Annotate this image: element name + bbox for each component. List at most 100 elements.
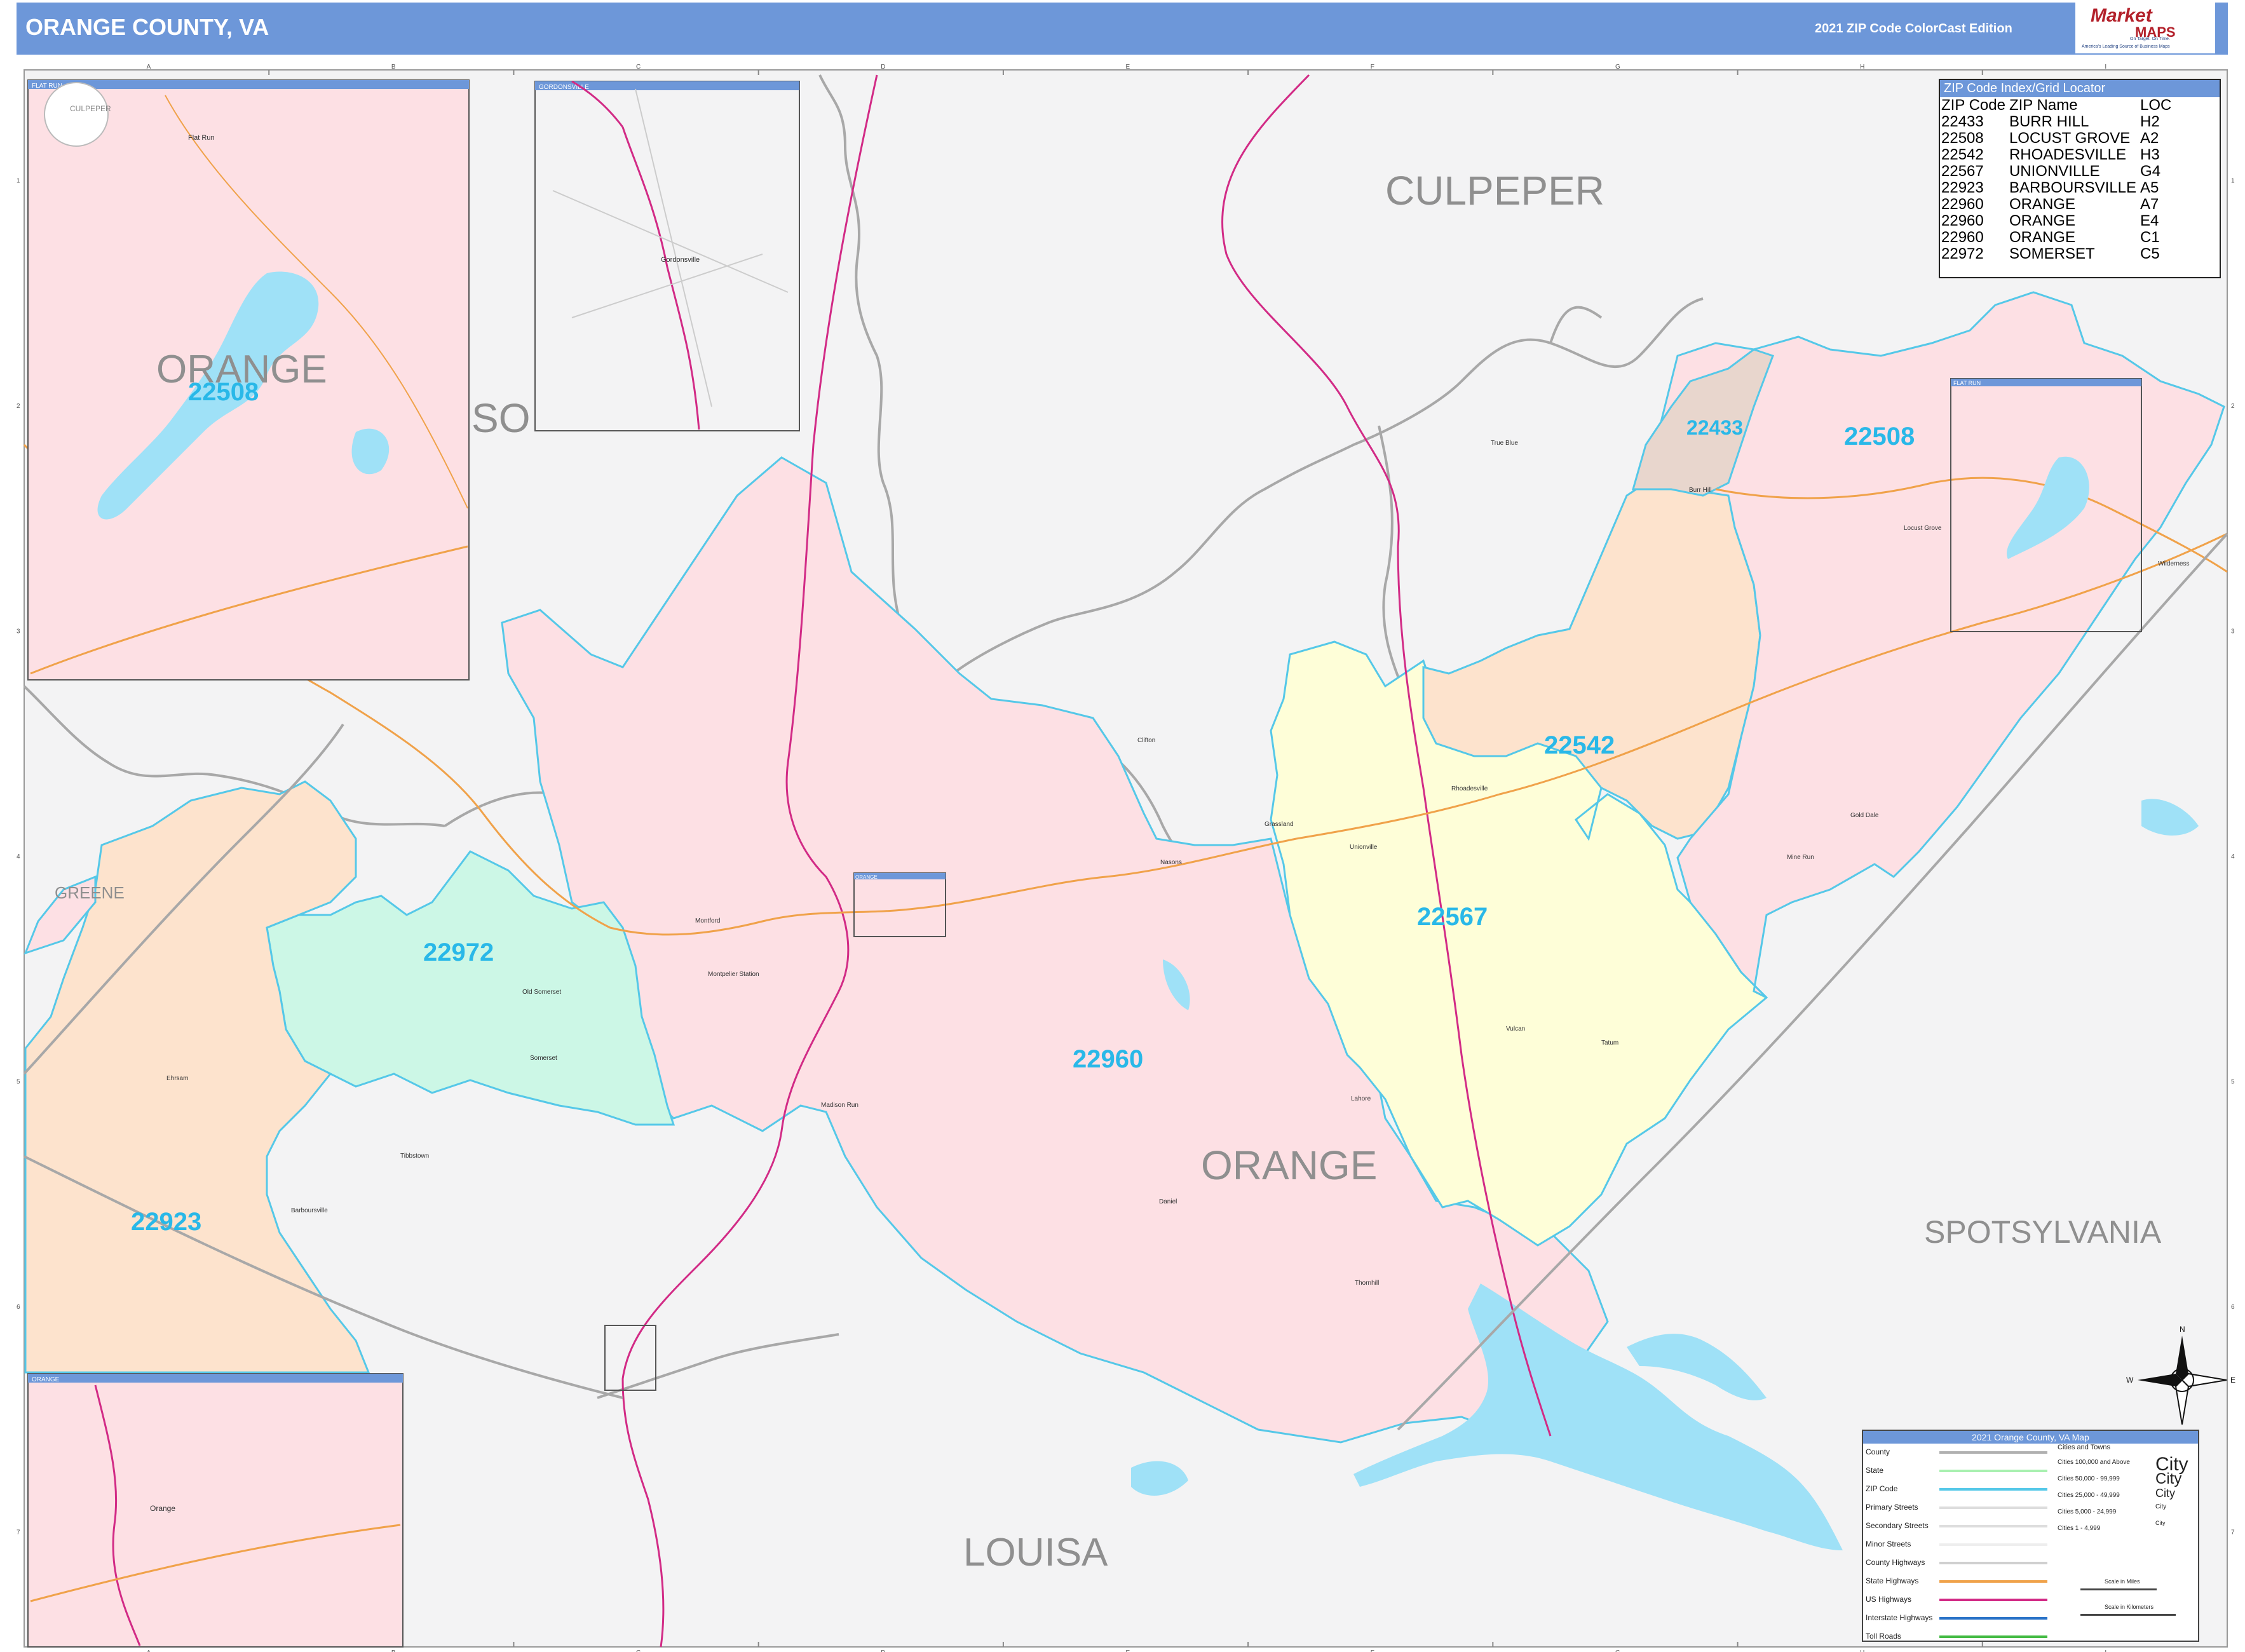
zip-index-cell-name: ORANGE [2009, 212, 2075, 229]
grid-row-label: 4 [17, 853, 20, 860]
grid-row-label: 3 [2231, 628, 2235, 635]
grid-row-label: 5 [2231, 1079, 2235, 1086]
place-wilderness: Wilderness [2158, 560, 2189, 567]
zip-label-22960: 22960 [1073, 1045, 1143, 1073]
legend-scale-km: Scale in Kilometers [2105, 1604, 2154, 1610]
legend-item: County [1866, 1447, 1890, 1456]
county-spotsylvania: SPOTSYLVANIA [1924, 1214, 2162, 1250]
grid-column-label: A [147, 64, 151, 71]
zip-index-row: 22542 RHOADESVILLE H3 [1941, 147, 2175, 163]
map-legend: 2021 Orange County, VA Map County State ZI… [1862, 1430, 2199, 1642]
zip-index-cell-zip: 22567 [1941, 163, 1984, 180]
inset-zip-22508: 22508 [188, 378, 259, 406]
grid-column-label: G [1615, 64, 1620, 71]
grid-column-label: E [1126, 1649, 1130, 1652]
legend-city-class: Cities 1 - 4,999 [2058, 1525, 2101, 1532]
zip-index-grid: ZIP Code ZIP Name LOC 22433 BURR HILL H2 22… [1941, 97, 2175, 262]
place-nasons: Nasons [1160, 859, 1182, 866]
scale-bar-miles [2080, 1588, 2157, 1590]
zip-index-cell-zip: 22960 [1941, 196, 1984, 213]
zip-label-22567: 22567 [1417, 903, 1488, 931]
legend-symbol [1939, 1525, 2047, 1527]
zip-index-cell-zip: 22542 [1941, 146, 1984, 163]
county-somerset-partial: SO [471, 395, 530, 441]
grid-row-label: 7 [2231, 1529, 2235, 1536]
grid-row-label: 6 [17, 1304, 20, 1311]
zip-index-cell-zip: 22960 [1941, 212, 1984, 229]
grid-row-label: 2 [2231, 403, 2235, 410]
zip-index-cell-name: UNIONVILLE [2009, 163, 2100, 180]
legend-cities-title: Cities and Towns [2058, 1444, 2110, 1451]
zip-index-header-name: ZIP Name [2009, 97, 2078, 114]
place-ehrsam: Ehrsam [166, 1075, 188, 1082]
grid-row-label: 4 [2231, 853, 2235, 860]
inset-flat-run-large[interactable]: FLAT RUN CULPEPER Flat Run ORANGE 22508 [27, 79, 470, 680]
place-locust-grove: Locust Grove [1904, 525, 1942, 532]
place-vulcan: Vulcan [1506, 1026, 1525, 1032]
grid-row-label: 1 [17, 177, 20, 184]
legend-city-class: Cities 25,000 - 49,999 [2058, 1492, 2120, 1499]
locator-title-orange: ORANGE [855, 874, 878, 880]
zip-index-row: 22960 ORANGE A7 [1941, 196, 2175, 213]
zip-index-cell-name: RHOADESVILLE [2009, 146, 2127, 163]
grid-column-label: F [1371, 64, 1374, 71]
county-map[interactable]: A A B B C C D D E E F F G G H H I I 1 1 2 2 3 3 4 4 5 5 6 6 7 7 [0, 0, 2245, 1652]
zip-index-cell-loc: A5 [2140, 179, 2159, 196]
legend-scale-miles: Scale in Miles [2105, 1578, 2140, 1585]
grid-row-label: 3 [17, 628, 20, 635]
zip-index-cell-name: SOMERSET [2009, 245, 2095, 262]
zip-index-table: ZIP Code Index/Grid Locator ZIP Code ZIP… [1939, 79, 2221, 278]
grid-row-label: 6 [2231, 1304, 2235, 1311]
place-true-blue: True Blue [1491, 440, 1518, 447]
grid-row-label: 5 [17, 1079, 20, 1086]
zip-index-row: 22923 BARBOURSVILLE A5 [1941, 180, 2175, 196]
legend-item: Interstate Highways [1866, 1613, 1933, 1622]
legend-city-sample: City [2155, 1503, 2167, 1510]
place-montford: Montford [695, 917, 720, 924]
scale-bar-km [2080, 1614, 2176, 1616]
grid-column-label: B [391, 1649, 396, 1652]
inset-title-orange: ORANGE [32, 1376, 60, 1383]
legend-item: US Highways [1866, 1595, 1912, 1604]
zip-index-header-zip: ZIP Code [1941, 97, 2005, 114]
legend-symbol [1939, 1617, 2047, 1620]
zip-label-22972: 22972 [423, 938, 494, 966]
zip-index-row: 22960 ORANGE E4 [1941, 213, 2175, 229]
inset-gordonsville[interactable]: GORDONSVILLE Gordonsville [534, 80, 800, 431]
zip-index-cell-loc: H2 [2140, 113, 2160, 130]
place-montpelier-station: Montpelier Station [708, 971, 759, 978]
legend-symbol [1939, 1543, 2047, 1546]
grid-column-label: F [1371, 1649, 1374, 1652]
compass-n: N [2180, 1325, 2185, 1334]
grid-column-label: D [881, 1649, 885, 1652]
legend-city-sample: City [2155, 1520, 2166, 1526]
zip-index-cell-zip: 22433 [1941, 113, 1984, 130]
zip-label-22433: 22433 [1686, 416, 1743, 439]
legend-symbol [1939, 1635, 2047, 1638]
grid-column-label: C [636, 64, 641, 71]
legend-symbol [1939, 1562, 2047, 1564]
zip-index-cell-loc: C5 [2140, 245, 2160, 262]
zip-index-title: ZIP Code Index/Grid Locator [1940, 80, 2220, 97]
legend-item: Primary Streets [1866, 1503, 1918, 1512]
inset-orange-town[interactable]: ORANGE Orange [27, 1373, 404, 1648]
place-tibbstown: Tibbstown [400, 1153, 429, 1160]
zip-index-cell-loc: A2 [2140, 130, 2159, 147]
zip-index-cell-loc: H3 [2140, 146, 2160, 163]
place-clifton: Clifton [1137, 737, 1155, 744]
county-greene: GREENE [55, 883, 125, 902]
grid-column-label: I [2105, 64, 2106, 71]
county-orange: ORANGE [1201, 1142, 1377, 1188]
zip-index-cell-name: ORANGE [2009, 229, 2075, 246]
place-gold-dale: Gold Dale [1850, 812, 1879, 819]
legend-symbol [1939, 1580, 2047, 1583]
zip-index-cell-name: LOCUST GROVE [2009, 130, 2131, 147]
compass-w: W [2126, 1376, 2134, 1385]
legend-item: Secondary Streets [1866, 1521, 1929, 1530]
legend-title: 2021 Orange County, VA Map [1863, 1431, 2198, 1444]
legend-symbol [1939, 1488, 2047, 1491]
zip-index-cell-name: BARBOURSVILLE [2009, 179, 2137, 196]
place-somerset: Somerset [530, 1055, 557, 1062]
zip-index-row: 22972 SOMERSET C5 [1941, 246, 2175, 262]
locator-title-flat-run: FLAT RUN [1953, 380, 1981, 386]
